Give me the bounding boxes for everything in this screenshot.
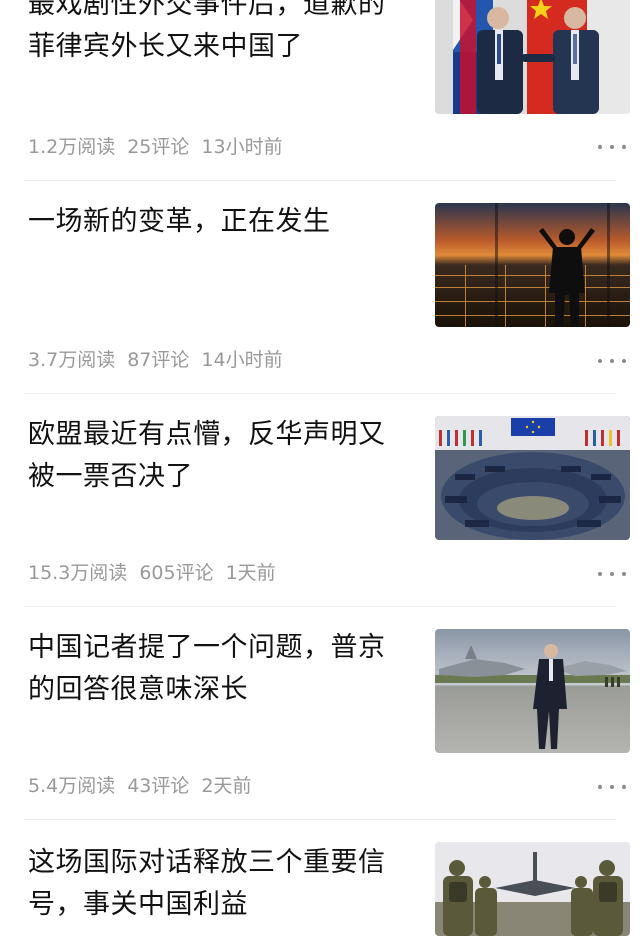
feed-item[interactable]: 这场国际对话释放三个重要信号，事关中国利益 <box>0 820 640 936</box>
diplomats-photo-icon <box>435 0 630 114</box>
city-night-silhouette-photo-icon <box>435 203 630 327</box>
article-thumbnail[interactable] <box>435 416 630 540</box>
more-options-icon[interactable] <box>598 143 626 151</box>
article-meta: 1.2万阅读 25评论 13小时前 <box>28 132 295 159</box>
parliament-chamber-photo-icon <box>435 416 630 540</box>
article-thumbnail[interactable] <box>435 629 630 753</box>
read-count: 15.3万阅读 <box>28 562 128 584</box>
publish-time: 1天前 <box>225 562 276 584</box>
article-meta: 3.7万阅读 87评论 14小时前 <box>28 345 295 372</box>
read-count: 5.4万阅读 <box>28 775 116 797</box>
article-title[interactable]: 中国记者提了一个问题，普京的回答很意味深长 <box>28 627 408 711</box>
comment-count[interactable]: 43评论 <box>127 775 189 797</box>
more-options-icon[interactable] <box>598 783 626 791</box>
article-title[interactable]: 这场国际对话释放三个重要信号，事关中国利益 <box>28 842 408 926</box>
feed-item[interactable]: 最戏剧性外交事件后，道歉的菲律宾外长又来中国了 1.2万阅读 25评论 13小时… <box>0 0 640 180</box>
read-count: 1.2万阅读 <box>28 136 116 158</box>
jet-runway-photo-icon <box>435 629 630 753</box>
feed-item[interactable]: 中国记者提了一个问题，普京的回答很意味深长 5.4万阅读 43评论 2天前 <box>0 607 640 819</box>
article-title[interactable]: 最戏剧性外交事件后，道歉的菲律宾外长又来中国了 <box>28 0 408 68</box>
publish-time: 13小时前 <box>201 136 283 158</box>
article-meta: 5.4万阅读 43评论 2天前 <box>28 771 264 798</box>
feed-item[interactable]: 一场新的变革，正在发生 3.7万阅读 87评论 14小时前 <box>0 181 640 393</box>
article-thumbnail[interactable] <box>435 842 630 936</box>
news-feed: 最戏剧性外交事件后，道歉的菲律宾外长又来中国了 1.2万阅读 25评论 13小时… <box>0 0 640 936</box>
more-options-icon[interactable] <box>598 357 626 365</box>
article-meta: 15.3万阅读 605评论 1天前 <box>28 558 288 585</box>
more-options-icon[interactable] <box>598 570 626 578</box>
soldiers-aircraft-photo-icon <box>435 842 630 936</box>
article-title[interactable]: 一场新的变革，正在发生 <box>28 201 408 243</box>
publish-time: 14小时前 <box>201 349 283 371</box>
comment-count[interactable]: 25评论 <box>127 136 189 158</box>
read-count: 3.7万阅读 <box>28 349 116 371</box>
comment-count[interactable]: 605评论 <box>139 562 213 584</box>
feed-item[interactable]: 欧盟最近有点懵，反华声明又被一票否决了 15.3万阅读 605评论 1天前 <box>0 394 640 606</box>
article-title[interactable]: 欧盟最近有点懵，反华声明又被一票否决了 <box>28 414 408 498</box>
publish-time: 2天前 <box>201 775 252 797</box>
comment-count[interactable]: 87评论 <box>127 349 189 371</box>
article-thumbnail[interactable] <box>435 203 630 327</box>
article-thumbnail[interactable] <box>435 0 630 114</box>
